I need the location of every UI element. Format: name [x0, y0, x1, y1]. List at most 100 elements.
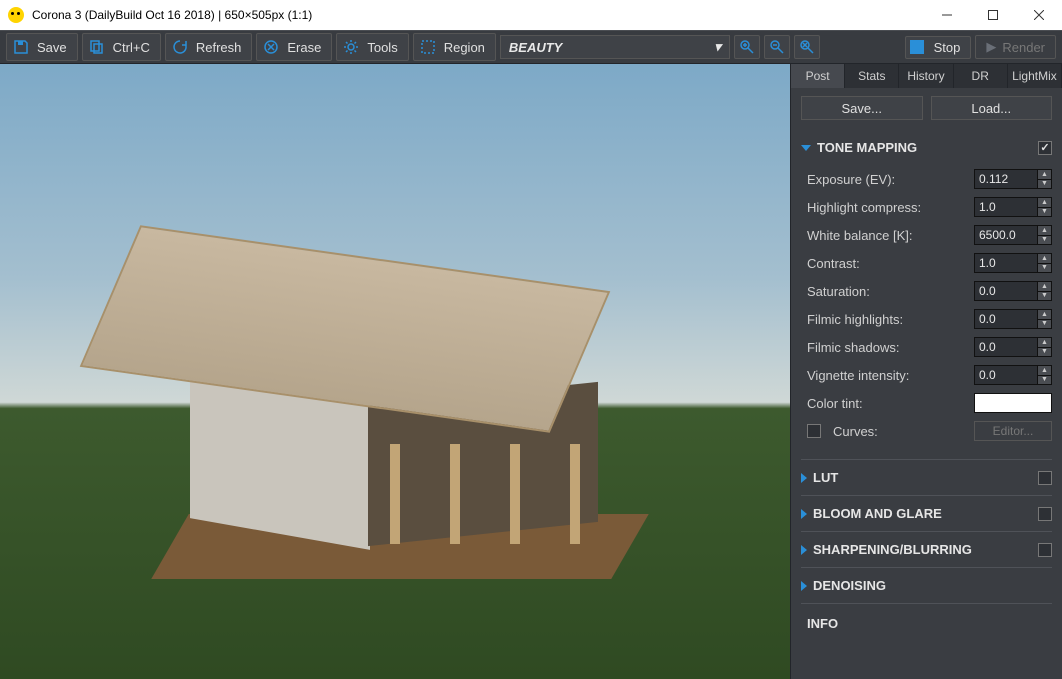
copy-button[interactable]: Ctrl+C [82, 33, 161, 61]
exposure-spinner[interactable]: ▲▼ [974, 169, 1052, 189]
contrast-label: Contrast: [807, 256, 968, 271]
tab-dr[interactable]: DR [954, 64, 1008, 88]
contrast-input[interactable] [975, 256, 1033, 270]
tab-history[interactable]: History [899, 64, 953, 88]
spin-up-icon[interactable]: ▲ [1037, 282, 1051, 292]
section-title: DENOISING [813, 578, 886, 593]
play-icon: ▶ [986, 39, 996, 55]
triangle-right-icon [801, 509, 807, 519]
tab-post[interactable]: Post [791, 64, 845, 88]
sharpen-checkbox[interactable] [1038, 543, 1052, 557]
saturation-spinner[interactable]: ▲▼ [974, 281, 1052, 301]
filmsh-spinner[interactable]: ▲▼ [974, 337, 1052, 357]
spin-down-icon[interactable]: ▼ [1037, 292, 1051, 301]
spin-down-icon[interactable]: ▼ [1037, 236, 1051, 245]
stop-button[interactable]: Stop [905, 36, 972, 59]
bloom-checkbox[interactable] [1038, 507, 1052, 521]
zoom-out-button[interactable] [764, 35, 790, 59]
render-button[interactable]: ▶ Render [975, 35, 1056, 59]
spin-up-icon[interactable]: ▲ [1037, 198, 1051, 208]
section-lut[interactable]: LUT [801, 464, 1052, 491]
lut-checkbox[interactable] [1038, 471, 1052, 485]
tab-lightmix[interactable]: LightMix [1008, 64, 1062, 88]
refresh-icon [170, 37, 190, 57]
section-title: LUT [813, 470, 838, 485]
color-tint-swatch[interactable] [974, 393, 1052, 413]
erase-icon [261, 37, 281, 57]
wb-input[interactable] [975, 228, 1033, 242]
region-label: Region [444, 40, 485, 55]
erase-button[interactable]: Erase [256, 33, 332, 61]
curves-checkbox[interactable] [807, 424, 821, 438]
tone-mapping-checkbox[interactable] [1038, 141, 1052, 155]
spin-up-icon[interactable]: ▲ [1037, 170, 1051, 180]
render-viewport[interactable] [0, 64, 790, 679]
panel-load-button[interactable]: Load... [931, 96, 1053, 120]
hlcompress-spinner[interactable]: ▲▼ [974, 197, 1052, 217]
panel-tabs: Post Stats History DR LightMix [791, 64, 1062, 88]
spin-up-icon[interactable]: ▲ [1037, 338, 1051, 348]
triangle-right-icon [801, 473, 807, 483]
filmhi-spinner[interactable]: ▲▼ [974, 309, 1052, 329]
hlcompress-label: Highlight compress: [807, 200, 968, 215]
spin-down-icon[interactable]: ▼ [1037, 376, 1051, 385]
titlebar: Corona 3 (DailyBuild Oct 16 2018) | 650×… [0, 0, 1062, 30]
tab-stats[interactable]: Stats [845, 64, 899, 88]
saturation-input[interactable] [975, 284, 1033, 298]
section-info: INFO [801, 608, 1052, 635]
spin-up-icon[interactable]: ▲ [1037, 226, 1051, 236]
section-bloom[interactable]: BLOOM AND GLARE [801, 500, 1052, 527]
stop-label: Stop [934, 40, 961, 55]
gear-icon [341, 37, 361, 57]
triangle-right-icon [801, 581, 807, 591]
spin-down-icon[interactable]: ▼ [1037, 208, 1051, 217]
refresh-button[interactable]: Refresh [165, 33, 253, 61]
hlcompress-input[interactable] [975, 200, 1033, 214]
filmsh-label: Filmic shadows: [807, 340, 968, 355]
copy-icon [87, 37, 107, 57]
spin-up-icon[interactable]: ▲ [1037, 310, 1051, 320]
section-denoising[interactable]: DENOISING [801, 572, 1052, 599]
contrast-spinner[interactable]: ▲▼ [974, 253, 1052, 273]
tools-button[interactable]: Tools [336, 33, 408, 61]
spin-down-icon[interactable]: ▼ [1037, 180, 1051, 189]
filmhi-label: Filmic highlights: [807, 312, 968, 327]
save-button[interactable]: Save [6, 33, 78, 61]
close-button[interactable] [1016, 0, 1062, 30]
wb-spinner[interactable]: ▲▼ [974, 225, 1052, 245]
zoom-fit-button[interactable] [794, 35, 820, 59]
spin-up-icon[interactable]: ▲ [1037, 254, 1051, 264]
region-icon [418, 37, 438, 57]
vignette-input[interactable] [975, 368, 1033, 382]
window-title: Corona 3 (DailyBuild Oct 16 2018) | 650×… [32, 8, 924, 22]
spin-down-icon[interactable]: ▼ [1037, 348, 1051, 357]
spin-up-icon[interactable]: ▲ [1037, 366, 1051, 376]
render-pass-select[interactable]: BEAUTY ▾ [500, 35, 730, 59]
triangle-right-icon [801, 545, 807, 555]
section-title: BLOOM AND GLARE [813, 506, 942, 521]
region-button[interactable]: Region [413, 33, 496, 61]
curves-editor-button[interactable]: Editor... [974, 421, 1052, 441]
section-sharpen[interactable]: SHARPENING/BLURRING [801, 536, 1052, 563]
section-tone-mapping[interactable]: TONE MAPPING [801, 134, 1052, 161]
save-icon [11, 37, 31, 57]
render-pass-value: BEAUTY [509, 40, 562, 55]
maximize-button[interactable] [970, 0, 1016, 30]
vignette-spinner[interactable]: ▲▼ [974, 365, 1052, 385]
minimize-button[interactable] [924, 0, 970, 30]
zoom-in-button[interactable] [734, 35, 760, 59]
spin-down-icon[interactable]: ▼ [1037, 264, 1051, 273]
tint-label: Color tint: [807, 396, 968, 411]
saturation-label: Saturation: [807, 284, 968, 299]
exposure-input[interactable] [975, 172, 1033, 186]
stop-icon [910, 40, 924, 54]
filmsh-input[interactable] [975, 340, 1033, 354]
tools-label: Tools [367, 40, 397, 55]
filmhi-input[interactable] [975, 312, 1033, 326]
vignette-label: Vignette intensity: [807, 368, 968, 383]
panel-save-button[interactable]: Save... [801, 96, 923, 120]
section-title: TONE MAPPING [817, 140, 917, 155]
spin-down-icon[interactable]: ▼ [1037, 320, 1051, 329]
save-label: Save [37, 40, 67, 55]
copy-label: Ctrl+C [113, 40, 150, 55]
